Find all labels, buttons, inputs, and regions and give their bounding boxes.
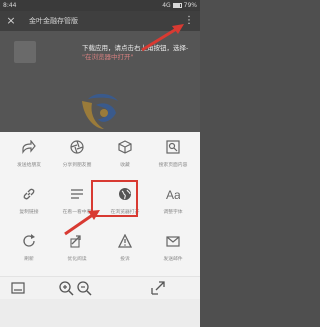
copy-link-item[interactable]: 复制链接 bbox=[8, 183, 50, 229]
share-item-label: 发送给朋友 bbox=[17, 163, 41, 168]
moments-icon bbox=[70, 140, 84, 154]
sheet-footer bbox=[0, 299, 200, 327]
share-item-label: 复制链接 bbox=[19, 210, 39, 215]
share-item-label: 优化阅读 bbox=[67, 257, 87, 262]
link-icon bbox=[22, 187, 36, 201]
signal-text: 4G bbox=[162, 2, 171, 9]
phone-screen: 8:44 4G 79% × 金叶金融存管版 ⋮ 下载应用，请点击右上角按钮，选择… bbox=[0, 0, 200, 327]
share-to-friend-item[interactable]: 发送给朋友 bbox=[8, 136, 50, 182]
share-to-moments-item[interactable]: 分享到朋友圈 bbox=[56, 136, 98, 182]
search-page-icon bbox=[166, 140, 180, 154]
page-title: 金叶金融存管版 bbox=[29, 17, 78, 25]
search-page-item[interactable]: 搜索页面内容 bbox=[152, 136, 194, 182]
send-mail-item[interactable]: 发送邮件 bbox=[152, 230, 194, 276]
open-in-browser-link-text: "在浏览器中打开" bbox=[82, 53, 134, 61]
guide-arrow-top bbox=[141, 24, 184, 52]
minimize-icon[interactable] bbox=[10, 280, 26, 296]
status-bar: 8:44 4G 79% bbox=[0, 0, 200, 11]
favorite-item[interactable]: 收藏 bbox=[104, 136, 146, 182]
share-item-label: 刷新 bbox=[24, 257, 34, 262]
share-row-3: 刷新 优化阅读 投诉 发送邮件 bbox=[0, 230, 200, 276]
share-row-1: 发送给朋友 分享到朋友圈 收藏 搜索页面内容 bbox=[0, 136, 200, 182]
share-item-label: 发送邮件 bbox=[163, 257, 183, 262]
guide-arrow-mid bbox=[64, 210, 100, 236]
share-item-label: 调整字体 bbox=[163, 210, 183, 215]
company-logo bbox=[74, 83, 126, 135]
cube-icon bbox=[118, 140, 132, 154]
external-icon[interactable] bbox=[150, 280, 166, 296]
refresh-item[interactable]: 刷新 bbox=[8, 230, 50, 276]
optimize-reading-item[interactable]: 优化阅读 bbox=[56, 230, 98, 276]
refresh-icon bbox=[22, 234, 36, 248]
share-item-label: 搜索页面内容 bbox=[158, 163, 188, 168]
battery-level: 79% bbox=[183, 2, 197, 9]
battery-icon bbox=[172, 3, 182, 8]
share-arrow-icon bbox=[22, 140, 36, 154]
share-item-label: 收藏 bbox=[120, 163, 130, 168]
font-icon: Aa bbox=[166, 187, 180, 201]
report-item[interactable]: 投诉 bbox=[104, 230, 146, 276]
list-icon bbox=[70, 187, 84, 201]
link2-icon bbox=[70, 234, 84, 248]
banner-thumbnail bbox=[14, 41, 36, 63]
font-size-item[interactable]: Aa 调整字体 bbox=[152, 183, 194, 229]
share-item-label: 投诉 bbox=[120, 257, 130, 262]
mail-icon bbox=[166, 234, 180, 248]
zoom-in-icon[interactable] bbox=[58, 280, 74, 296]
status-time: 8:44 bbox=[3, 2, 17, 9]
close-button[interactable]: × bbox=[4, 13, 18, 29]
warning-icon bbox=[118, 234, 132, 248]
zoom-out-icon[interactable] bbox=[76, 280, 92, 296]
share-item-label: 分享到朋友圈 bbox=[62, 163, 92, 168]
bottom-toolbar bbox=[0, 276, 200, 327]
status-indicators: 4G 79% bbox=[162, 0, 197, 11]
svg-text:Aa: Aa bbox=[166, 188, 180, 201]
